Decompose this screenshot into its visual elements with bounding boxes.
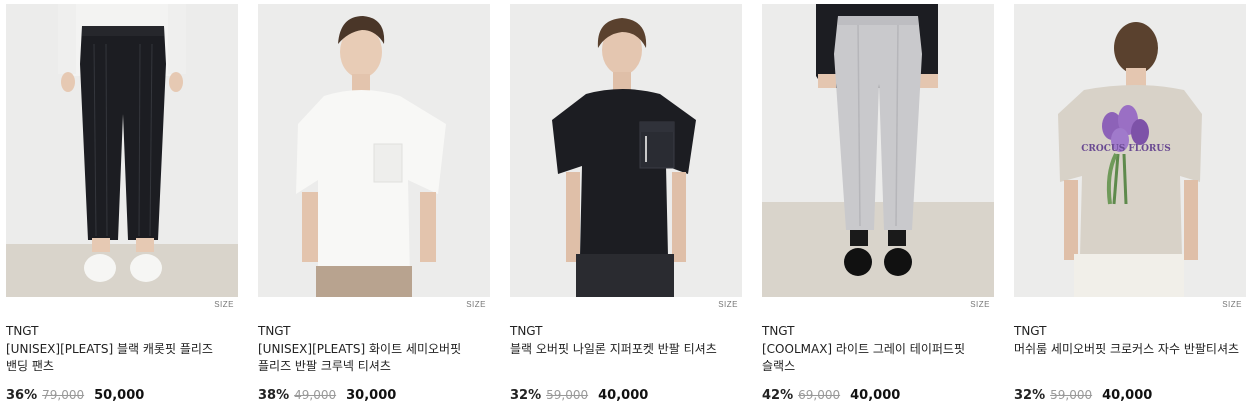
size-link[interactable]: SIZE: [466, 300, 486, 309]
brand-name[interactable]: TNGT: [510, 324, 543, 338]
product-title[interactable]: [UNISEX][PLEATS] 블랙 캐롯핏 플리즈 밴딩 팬츠: [6, 341, 234, 375]
product-title[interactable]: 블랙 오버핏 나일론 지퍼포켓 반팔 티셔츠: [510, 341, 738, 358]
product-image[interactable]: [6, 4, 238, 297]
discount-rate: 32%: [1014, 388, 1046, 403]
product-image[interactable]: [762, 4, 994, 297]
sale-price: 40,000: [1102, 388, 1153, 403]
discount-rate: 36%: [6, 388, 38, 403]
product-photo: [6, 4, 238, 297]
size-link[interactable]: SIZE: [1222, 300, 1242, 309]
product-image[interactable]: [510, 4, 742, 297]
size-link[interactable]: SIZE: [214, 300, 234, 309]
size-link[interactable]: SIZE: [718, 300, 738, 309]
original-price: 69,000: [798, 388, 841, 402]
original-price: 79,000: [42, 388, 85, 402]
discount-rate: 38%: [258, 388, 290, 403]
price-row: 38% 49,000 30,000: [258, 388, 396, 403]
product-image[interactable]: CROCUS FLORUS: [1014, 4, 1246, 297]
size-link[interactable]: SIZE: [970, 300, 990, 309]
price-row: 42% 69,000 40,000: [762, 388, 900, 403]
product-card[interactable]: SIZE TNGT 블랙 오버핏 나일론 지퍼포켓 반팔 티셔츠 32% 59,0…: [510, 4, 742, 403]
original-price: 59,000: [1050, 388, 1093, 402]
product-photo: CROCUS FLORUS: [1014, 4, 1246, 297]
price-row: 32% 59,000 40,000: [510, 388, 648, 403]
brand-name[interactable]: TNGT: [6, 324, 39, 338]
brand-name[interactable]: TNGT: [762, 324, 795, 338]
discount-rate: 32%: [510, 388, 542, 403]
product-image[interactable]: [258, 4, 490, 297]
product-photo: [762, 4, 994, 297]
product-title[interactable]: [COOLMAX] 라이트 그레이 테이퍼드핏 슬랙스: [762, 341, 990, 375]
sale-price: 50,000: [94, 388, 145, 403]
product-title[interactable]: 머쉬룸 세미오버핏 크로커스 자수 반팔티셔츠: [1014, 341, 1242, 358]
discount-rate: 42%: [762, 388, 794, 403]
brand-name[interactable]: TNGT: [258, 324, 291, 338]
product-card[interactable]: SIZE TNGT [COOLMAX] 라이트 그레이 테이퍼드핏 슬랙스 42…: [762, 4, 994, 403]
product-card[interactable]: SIZE TNGT [UNISEX][PLEATS] 화이트 세미오버핏 플리즈…: [258, 4, 490, 403]
print-text: CROCUS FLORUS: [1081, 144, 1171, 154]
product-photo: [258, 4, 490, 297]
price-row: 36% 79,000 50,000: [6, 388, 144, 403]
brand-name[interactable]: TNGT: [1014, 324, 1047, 338]
product-title[interactable]: [UNISEX][PLEATS] 화이트 세미오버핏 플리즈 반팔 크루넥 티셔…: [258, 341, 486, 375]
product-photo: [510, 4, 742, 297]
product-card[interactable]: CROCUS FLORUS SIZE TNGT 머쉬룸 세미오버핏 크로커스 자…: [1014, 4, 1246, 403]
original-price: 59,000: [546, 388, 589, 402]
sale-price: 30,000: [346, 388, 397, 403]
price-row: 32% 59,000 40,000: [1014, 388, 1152, 403]
product-grid: SIZE TNGT [UNISEX][PLEATS] 블랙 캐롯핏 플리즈 밴딩…: [0, 0, 1255, 415]
original-price: 49,000: [294, 388, 337, 402]
sale-price: 40,000: [598, 388, 649, 403]
sale-price: 40,000: [850, 388, 901, 403]
product-card[interactable]: SIZE TNGT [UNISEX][PLEATS] 블랙 캐롯핏 플리즈 밴딩…: [6, 4, 238, 403]
